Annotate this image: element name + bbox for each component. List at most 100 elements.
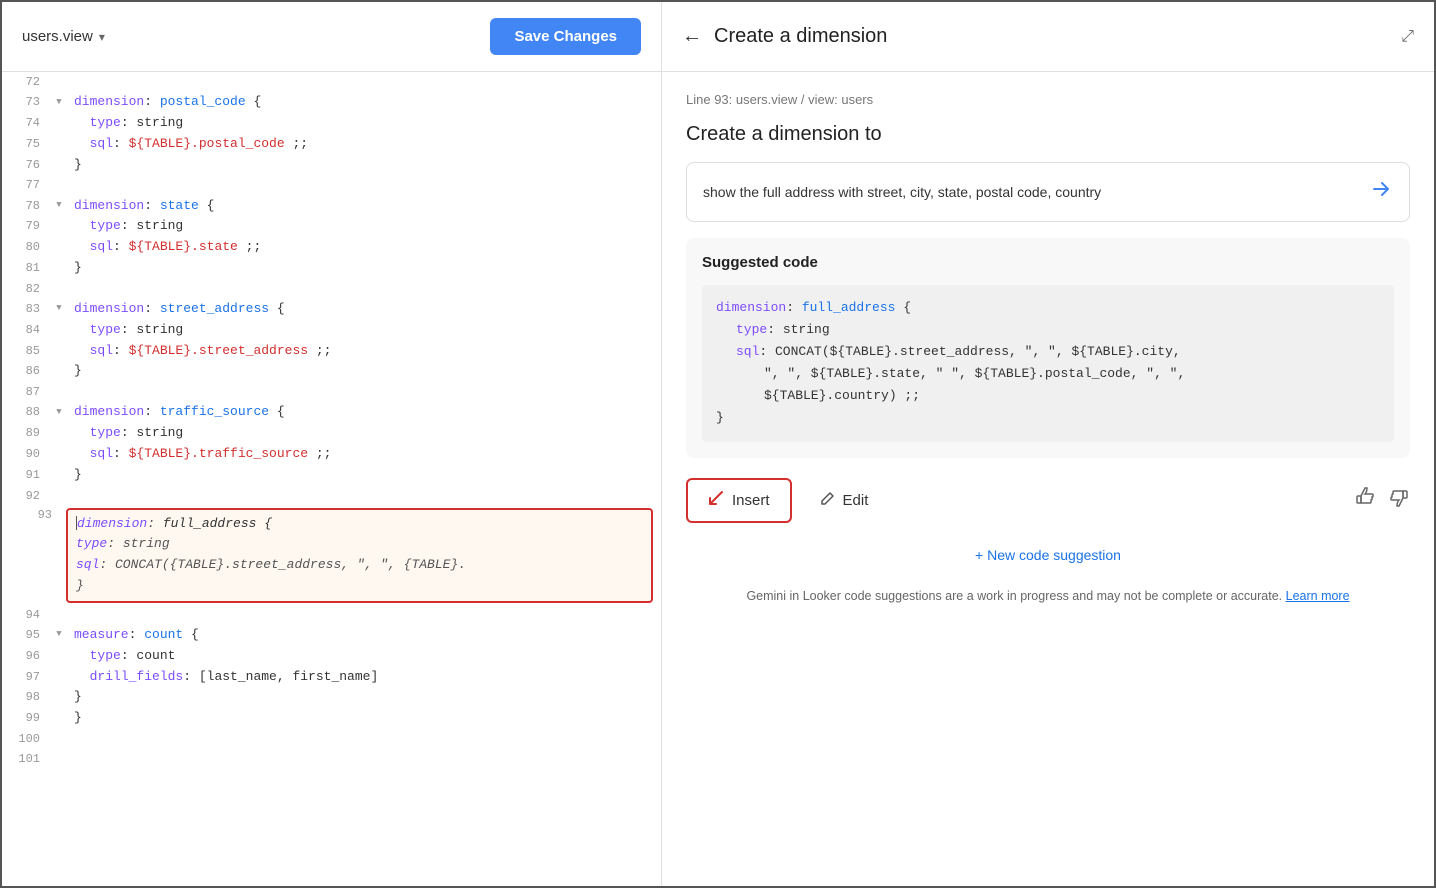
code-line-content: sql: ${TABLE}.street_address ;; xyxy=(66,341,661,362)
disclaimer-text: Gemini in Looker code suggestions are a … xyxy=(686,587,1410,606)
feedback-icons xyxy=(1354,486,1410,514)
line-number: 80 xyxy=(2,237,52,258)
right-header: ← Create a dimension ⤢ xyxy=(662,2,1434,72)
code-line-content xyxy=(66,729,661,749)
save-changes-button[interactable]: Save Changes xyxy=(490,18,641,55)
code-line-row: 88▼dimension: traffic_source { xyxy=(2,402,661,423)
code-line-row: 87 xyxy=(2,382,661,402)
insert-button[interactable]: Insert xyxy=(686,478,792,523)
line-number: 97 xyxy=(2,667,52,688)
code-line-row: 75 sql: ${TABLE}.postal_code ;; xyxy=(2,134,661,155)
send-icon[interactable] xyxy=(1369,177,1393,207)
disclaimer-body: Gemini in Looker code suggestions are a … xyxy=(746,589,1282,603)
line-number: 87 xyxy=(2,382,52,402)
file-dropdown-chevron[interactable]: ▾ xyxy=(99,30,105,44)
prompt-text[interactable]: show the full address with street, city,… xyxy=(703,184,1357,200)
code-line-row: 86} xyxy=(2,361,661,382)
line-number: 84 xyxy=(2,320,52,341)
code-line-row: 94 xyxy=(2,605,661,625)
code-line-row: 78▼dimension: state { xyxy=(2,196,661,217)
line-number: 74 xyxy=(2,113,52,134)
line-number: 94 xyxy=(2,605,52,625)
code-line-content: type: count xyxy=(66,646,661,667)
code-line-content: dimension: state { xyxy=(66,196,661,217)
create-label: Create a dimension to xyxy=(686,123,1410,146)
expand-icon[interactable]: ⤢ xyxy=(1401,28,1414,46)
code-line-row: 79 type: string xyxy=(2,216,661,237)
code-line-content: } xyxy=(66,465,661,486)
code-line-content xyxy=(66,382,661,402)
code-line-row: 83▼dimension: street_address { xyxy=(2,299,661,320)
code-line-content: } xyxy=(66,258,661,279)
line-number: 76 xyxy=(2,155,52,176)
line-number: 86 xyxy=(2,361,52,382)
code-line-content xyxy=(66,605,661,625)
suggested-code: dimension: full_address { type: string s… xyxy=(702,285,1394,442)
back-button[interactable]: ← xyxy=(682,25,702,48)
code-line-content: sql: ${TABLE}.postal_code ;; xyxy=(66,134,661,155)
line-number: 92 xyxy=(2,486,52,506)
line-number: 99 xyxy=(2,708,52,729)
insert-label: Insert xyxy=(732,492,770,509)
thumbs-down-icon[interactable] xyxy=(1388,486,1410,514)
right-header-left: ← Create a dimension xyxy=(682,25,887,48)
suggested-title: Suggested code xyxy=(702,254,1394,271)
code-line-content: drill_fields: [last_name, first_name] xyxy=(66,667,661,688)
line-number: 82 xyxy=(2,279,52,299)
code-line-content: } xyxy=(66,155,661,176)
code-line-content: } xyxy=(66,687,661,708)
code-line-row: 97 drill_fields: [last_name, first_name] xyxy=(2,667,661,688)
code-line-row: 84 type: string xyxy=(2,320,661,341)
code-line-row: 74 type: string xyxy=(2,113,661,134)
line-number: 93 xyxy=(2,506,52,605)
code-editor[interactable]: 7273▼dimension: postal_code {74 type: st… xyxy=(2,72,661,886)
code-line-row: 91} xyxy=(2,465,661,486)
edit-button[interactable]: Edit xyxy=(808,481,881,519)
code-table: 7273▼dimension: postal_code {74 type: st… xyxy=(2,72,661,769)
code-line-content: dimension: traffic_source { xyxy=(66,402,661,423)
code-line-content: type: string xyxy=(66,423,661,444)
code-line-content: } xyxy=(66,361,661,382)
line-number: 77 xyxy=(2,175,52,195)
line-number: 81 xyxy=(2,258,52,279)
code-line-row: 76} xyxy=(2,155,661,176)
right-panel: ← Create a dimension ⤢ Line 93: users.vi… xyxy=(662,2,1434,886)
new-suggestion-link[interactable]: + New code suggestion xyxy=(686,539,1410,571)
code-line-row: 100 xyxy=(2,729,661,749)
line-number: 101 xyxy=(2,749,52,769)
action-row: Insert Edit xyxy=(686,478,1410,523)
code-line-row: 85 sql: ${TABLE}.street_address ;; xyxy=(2,341,661,362)
code-line-row: 96 type: count xyxy=(2,646,661,667)
edit-label: Edit xyxy=(843,492,869,509)
code-line-row: 73▼dimension: postal_code { xyxy=(2,92,661,113)
line-number: 90 xyxy=(2,444,52,465)
code-line-content: } xyxy=(66,708,661,729)
edit-icon xyxy=(820,491,835,509)
file-name-label[interactable]: users.view xyxy=(22,28,93,45)
code-line-content: dimension: street_address { xyxy=(66,299,661,320)
thumbs-up-icon[interactable] xyxy=(1354,486,1376,514)
line-number: 85 xyxy=(2,341,52,362)
learn-more-link[interactable]: Learn more xyxy=(1286,589,1350,603)
line-number: 79 xyxy=(2,216,52,237)
code-line-row: 99} xyxy=(2,708,661,729)
code-line-content: sql: ${TABLE}.traffic_source ;; xyxy=(66,444,661,465)
code-line-row: 95▼measure: count { xyxy=(2,625,661,646)
line-number: 98 xyxy=(2,687,52,708)
line-number: 89 xyxy=(2,423,52,444)
code-line-content xyxy=(66,175,661,195)
code-line-content: type: string xyxy=(66,113,661,134)
line-number: 72 xyxy=(2,72,52,92)
left-panel: users.view ▾ Save Changes 7273▼dimension… xyxy=(2,2,662,886)
file-title: users.view ▾ xyxy=(22,28,105,45)
suggested-section: Suggested code dimension: full_address {… xyxy=(686,238,1410,458)
code-line-row: 80 sql: ${TABLE}.state ;; xyxy=(2,237,661,258)
code-line-row: 77 xyxy=(2,175,661,195)
panel-title: Create a dimension xyxy=(714,25,887,48)
inserted-code-block: dimension: full_address { type: string s… xyxy=(66,508,653,603)
right-content: Line 93: users.view / view: users Create… xyxy=(662,72,1434,625)
code-line-content xyxy=(66,279,661,299)
code-line-content: type: string xyxy=(66,320,661,341)
code-line-content: sql: ${TABLE}.state ;; xyxy=(66,237,661,258)
left-header: users.view ▾ Save Changes xyxy=(2,2,661,72)
